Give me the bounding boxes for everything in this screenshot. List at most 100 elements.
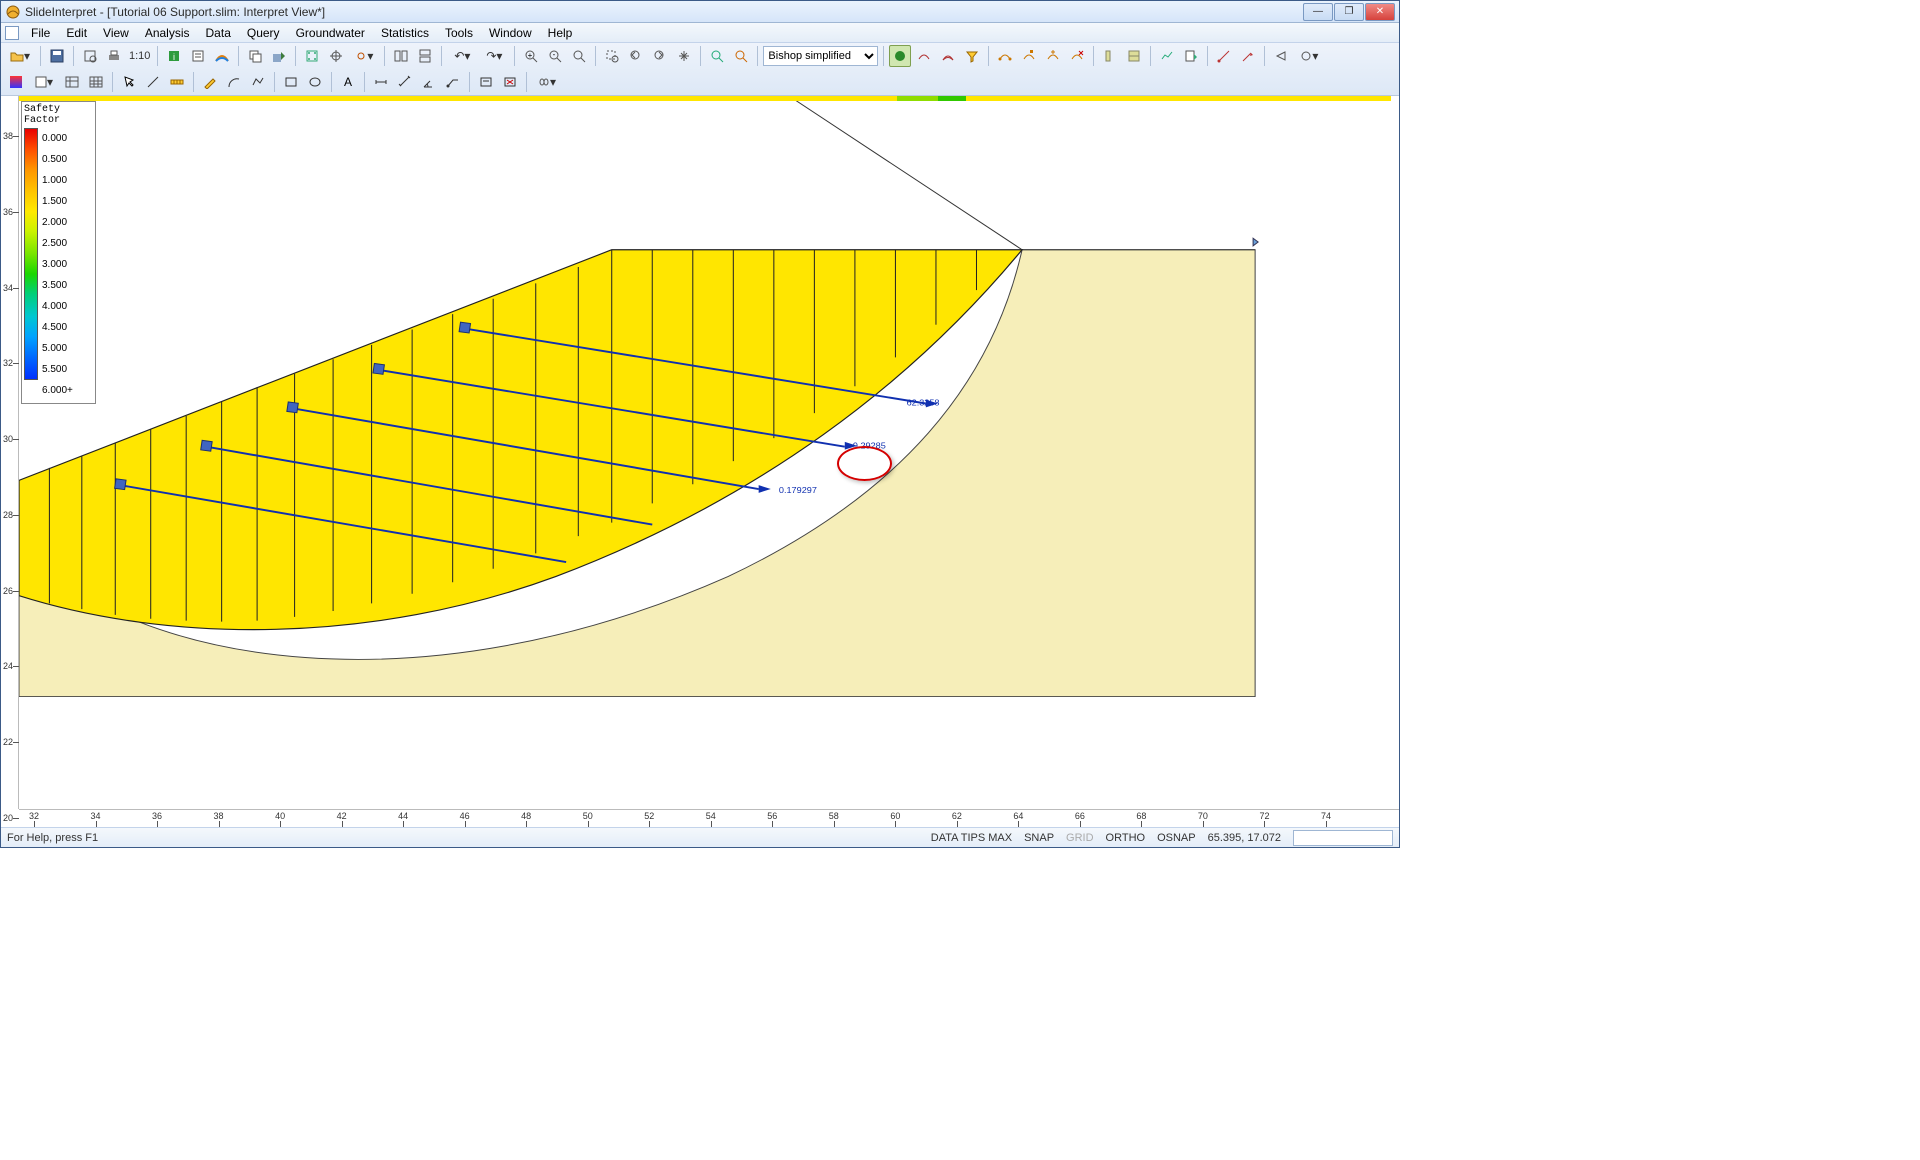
report-button[interactable] xyxy=(187,45,209,67)
toolbar-separator xyxy=(883,46,884,66)
table-button[interactable] xyxy=(61,71,83,93)
min-surfaces-button[interactable] xyxy=(913,45,935,67)
menu-analysis[interactable]: Analysis xyxy=(137,24,198,42)
all-surfaces-button[interactable] xyxy=(937,45,959,67)
graph-button[interactable] xyxy=(1156,45,1178,67)
status-grid[interactable]: GRID xyxy=(1060,832,1100,844)
contour-options-button[interactable] xyxy=(5,71,27,93)
toolbar-separator xyxy=(1093,46,1094,66)
redo-button[interactable]: ↷▾ xyxy=(479,45,509,67)
minimize-button[interactable]: — xyxy=(1303,3,1333,21)
dim-angle-button[interactable] xyxy=(418,71,440,93)
status-snap[interactable]: SNAP xyxy=(1018,832,1060,844)
toolbar-separator xyxy=(514,46,515,66)
tile-vertical-button[interactable] xyxy=(390,45,412,67)
legend-panel[interactable]: Safety Factor 0.0000.5001.0001.5002.0002… xyxy=(21,101,96,404)
menu-edit[interactable]: Edit xyxy=(58,24,95,42)
edit-surface-button[interactable] xyxy=(1018,45,1040,67)
ruler-horizontal: 3234363840424446485052545658606264666870… xyxy=(19,809,1399,827)
zoom-search-button[interactable] xyxy=(706,45,728,67)
toolbar-separator xyxy=(193,72,194,92)
menu-query[interactable]: Query xyxy=(239,24,288,42)
mdi-system-icon[interactable] xyxy=(5,26,19,40)
toolbar-row-2: ▾ A ▾ xyxy=(1,69,1399,95)
draw-arrow-button[interactable] xyxy=(1237,45,1259,67)
toolbar-separator xyxy=(364,72,365,92)
menu-tools[interactable]: Tools xyxy=(437,24,481,42)
save-button[interactable] xyxy=(46,45,68,67)
display-options-button[interactable]: ▾ xyxy=(29,71,59,93)
menu-statistics[interactable]: Statistics xyxy=(373,24,437,42)
rectangle-button[interactable] xyxy=(280,71,302,93)
draw-line-button[interactable] xyxy=(1213,45,1235,67)
edit-text-button[interactable] xyxy=(475,71,497,93)
dim-aligned-button[interactable] xyxy=(394,71,416,93)
status-ortho[interactable]: ORTHO xyxy=(1100,832,1152,844)
analysis-method-select[interactable]: Bishop simplified xyxy=(763,46,878,66)
grid-button[interactable] xyxy=(301,45,323,67)
menu-data[interactable]: Data xyxy=(198,24,239,42)
toolbar-separator xyxy=(469,72,470,92)
zoom-extents-button[interactable] xyxy=(568,45,590,67)
status-tips[interactable]: DATA TIPS MAX xyxy=(925,832,1018,844)
menu-window[interactable]: Window xyxy=(481,24,540,42)
svg-text:i: i xyxy=(173,52,175,62)
polyline-button[interactable] xyxy=(247,71,269,93)
add-surface-button[interactable] xyxy=(994,45,1016,67)
measure-button[interactable] xyxy=(166,71,188,93)
osnap-button[interactable]: ▾ xyxy=(349,45,379,67)
query-material-button[interactable] xyxy=(1123,45,1145,67)
print-button[interactable] xyxy=(103,45,125,67)
menu-help[interactable]: Help xyxy=(540,24,581,42)
back-analysis-button[interactable] xyxy=(1270,45,1292,67)
snap-options-button[interactable] xyxy=(325,45,347,67)
svg-text:-: - xyxy=(553,50,556,59)
status-help: For Help, press F1 xyxy=(7,832,925,844)
menu-view[interactable]: View xyxy=(95,24,137,42)
export-button[interactable] xyxy=(268,45,290,67)
zoom-out-button[interactable]: - xyxy=(544,45,566,67)
pan-button[interactable] xyxy=(673,45,695,67)
legend-title: Safety Factor xyxy=(22,102,95,126)
global-min-button[interactable] xyxy=(889,45,911,67)
ellipse-button[interactable] xyxy=(304,71,326,93)
print-preview-button[interactable] xyxy=(79,45,101,67)
zoom-support-button[interactable] xyxy=(730,45,752,67)
menu-file[interactable]: File xyxy=(23,24,58,42)
table2-button[interactable] xyxy=(85,71,107,93)
maximize-button[interactable]: ❐ xyxy=(1334,3,1364,21)
delete-surface-button[interactable] xyxy=(1066,45,1088,67)
menu-groundwater[interactable]: Groundwater xyxy=(288,24,373,42)
status-osnap[interactable]: OSNAP xyxy=(1151,832,1202,844)
coord-input[interactable] xyxy=(1293,830,1393,846)
dim-horizontal-button[interactable] xyxy=(370,71,392,93)
move-surface-button[interactable] xyxy=(1042,45,1064,67)
text-button[interactable]: A xyxy=(337,71,359,93)
options-button[interactable]: ▾ xyxy=(1294,45,1324,67)
toolbar-separator xyxy=(40,46,41,66)
toolbar-separator xyxy=(757,46,758,66)
zoom-undo-button[interactable] xyxy=(625,45,647,67)
close-button[interactable]: ✕ xyxy=(1365,3,1395,21)
query-slice-button[interactable] xyxy=(1099,45,1121,67)
open-button[interactable]: ▾ xyxy=(5,45,35,67)
link-button[interactable]: ▾ xyxy=(532,71,562,93)
select-button[interactable] xyxy=(118,71,140,93)
arc-button[interactable] xyxy=(223,71,245,93)
toolbar-separator xyxy=(384,46,385,66)
zoom-window-button[interactable] xyxy=(601,45,623,67)
zoom-redo-button[interactable] xyxy=(649,45,671,67)
pencil-button[interactable] xyxy=(199,71,221,93)
info-viewer-button[interactable]: i xyxy=(163,45,185,67)
export-data-button[interactable] xyxy=(1180,45,1202,67)
model-viewport[interactable]: Safety Factor 0.0000.5001.0001.5002.0002… xyxy=(19,96,1399,809)
filter-surfaces-button[interactable] xyxy=(961,45,983,67)
tile-horizontal-button[interactable] xyxy=(414,45,436,67)
undo-button[interactable]: ↶▾ xyxy=(447,45,477,67)
dim-leader-button[interactable] xyxy=(442,71,464,93)
delete-tool-button[interactable] xyxy=(499,71,521,93)
zoom-in-button[interactable]: + xyxy=(520,45,542,67)
copy-button[interactable] xyxy=(244,45,266,67)
line-tool-button[interactable] xyxy=(142,71,164,93)
contour-button[interactable] xyxy=(211,45,233,67)
